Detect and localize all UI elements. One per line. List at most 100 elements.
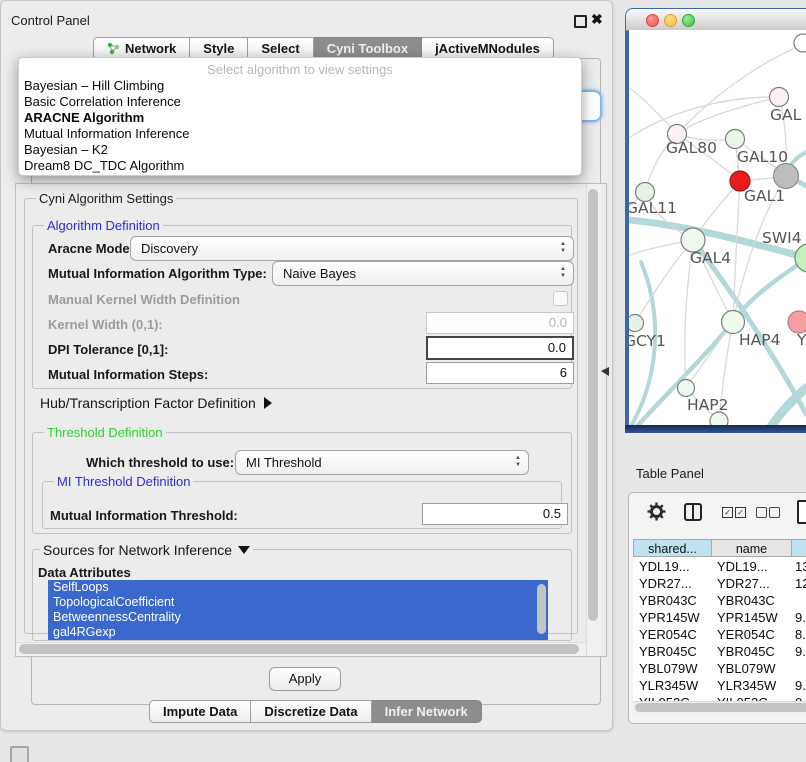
svg-text:HAP4: HAP4 bbox=[739, 331, 780, 349]
menu-item[interactable]: ARACNE Algorithm bbox=[19, 110, 581, 126]
gear-icon[interactable] bbox=[647, 502, 666, 521]
tab-discretize-data[interactable]: Discretize Data bbox=[251, 700, 371, 723]
list-item[interactable]: BetweennessCentrality bbox=[48, 610, 548, 625]
unchecked-boxes-icon[interactable] bbox=[756, 507, 767, 518]
popup-prompt: Select algorithm to view settings bbox=[19, 61, 581, 78]
svg-text:GAL4: GAL4 bbox=[690, 249, 731, 267]
column-header-shared-name[interactable]: shared... bbox=[633, 539, 711, 557]
svg-text:GAL: GAL bbox=[770, 106, 802, 124]
table-cell[interactable]: YPR145W bbox=[639, 610, 700, 625]
table-cell[interactable]: 12 bbox=[795, 576, 806, 591]
list-item[interactable]: TopologicalCoefficient bbox=[48, 595, 548, 610]
column-header-name[interactable]: name bbox=[711, 539, 791, 557]
list-scrollbar-thumb[interactable] bbox=[537, 584, 546, 634]
table-cell[interactable]: YBR043C bbox=[639, 593, 697, 608]
tab-impute-data[interactable]: Impute Data bbox=[149, 700, 251, 723]
bottom-tab-bar: Impute Data Discretize Data Infer Networ… bbox=[149, 700, 482, 723]
aracne-mode-combobox[interactable]: Discovery ▲▼ bbox=[130, 236, 574, 261]
svg-text:SWI4: SWI4 bbox=[762, 229, 802, 247]
combo-arrows-icon: ▲▼ bbox=[560, 266, 566, 279]
network-node[interactable] bbox=[770, 88, 789, 107]
menu-item[interactable]: Dream8 DC_TDC Algorithm bbox=[19, 158, 581, 174]
vertical-scrollbar-thumb[interactable] bbox=[588, 189, 598, 621]
network-view-window: GAL GAL80 GAL10 GAL1 GAL11 GAL4 SWI4 HAP… bbox=[625, 8, 806, 433]
menu-item[interactable]: Basic Correlation Inference bbox=[19, 94, 581, 110]
network-node-gcy1[interactable] bbox=[629, 315, 644, 332]
mi-steps-field[interactable]: 6 bbox=[426, 362, 574, 384]
network-node[interactable] bbox=[788, 311, 806, 333]
list-item[interactable]: gal4RGexp bbox=[48, 625, 548, 640]
table-cell[interactable]: YER054C bbox=[717, 627, 775, 642]
horizontal-scrollbar-thumb[interactable] bbox=[19, 644, 579, 654]
group-title-blue: Algorithm Definition bbox=[44, 218, 163, 233]
menu-item[interactable]: Bayesian – Hill Climbing bbox=[19, 78, 581, 94]
menu-item[interactable]: Bayesian – K2 bbox=[19, 142, 581, 158]
table-panel: ✓ ✓ shared... name YDL19... YDL19... 13 YD… bbox=[628, 492, 806, 724]
table-cell[interactable]: 9. bbox=[795, 610, 806, 625]
network-node-hap2[interactable] bbox=[678, 380, 695, 397]
menu-item[interactable]: Mutual Information Inference bbox=[19, 126, 581, 142]
which-threshold-label: Which threshold to use: bbox=[86, 455, 234, 470]
hub-tf-section-toggle[interactable]: Hub/Transcription Factor Definition bbox=[40, 395, 272, 411]
group-title-green: Threshold Definition bbox=[44, 425, 166, 440]
collapse-down-icon bbox=[238, 546, 250, 554]
network-window-titlebar[interactable] bbox=[626, 9, 806, 31]
table-cell[interactable]: YBR045C bbox=[717, 644, 775, 659]
svg-text:HAP2: HAP2 bbox=[687, 396, 728, 414]
columns-icon[interactable] bbox=[684, 503, 702, 521]
table-cell[interactable]: YDR27... bbox=[639, 576, 692, 591]
mi-algorithm-type-combobox[interactable]: Naive Bayes ▲▼ bbox=[272, 261, 574, 286]
table-cell[interactable]: YBL079W bbox=[717, 661, 776, 676]
kernel-width-field[interactable]: 0.0 bbox=[426, 312, 574, 334]
close-icon[interactable]: ✖ bbox=[591, 11, 603, 28]
tab-infer-network[interactable]: Infer Network bbox=[372, 700, 482, 723]
apply-button[interactable]: Apply bbox=[269, 667, 341, 691]
checked-boxes-icon[interactable]: ✓ bbox=[722, 507, 733, 518]
network-node[interactable] bbox=[774, 164, 799, 189]
minimized-panel-button[interactable] bbox=[10, 746, 29, 762]
network-icon bbox=[107, 42, 120, 55]
table-cell[interactable]: YDL19... bbox=[639, 559, 690, 574]
network-node[interactable] bbox=[794, 34, 806, 52]
mouse-cursor bbox=[601, 367, 609, 376]
settings-scrollpane: Cyni Algorithm Settings Algorithm Defini… bbox=[15, 183, 607, 657]
mi-threshold-field[interactable]: 0.5 bbox=[422, 503, 568, 525]
zoom-traffic-light-icon[interactable] bbox=[682, 14, 695, 27]
table-cell[interactable]: 13 bbox=[795, 559, 806, 574]
sources-section-toggle[interactable]: Sources for Network Inference bbox=[40, 542, 253, 558]
network-node-gal10[interactable] bbox=[726, 130, 745, 149]
dpi-tolerance-label: DPI Tolerance [0,1]: bbox=[48, 342, 168, 357]
close-traffic-light-icon[interactable] bbox=[646, 14, 659, 27]
table-cell[interactable]: YBR043C bbox=[717, 593, 775, 608]
which-threshold-combobox[interactable]: MI Threshold ▲▼ bbox=[235, 450, 529, 475]
table-cell[interactable]: YER054C bbox=[639, 627, 697, 642]
data-attributes-list: SelfLoops TopologicalCoefficient Between… bbox=[48, 580, 548, 640]
dpi-tolerance-field[interactable]: 0.0 bbox=[426, 336, 574, 360]
table-hscrollbar-thumb[interactable] bbox=[635, 703, 806, 712]
table-cell[interactable]: YLR345W bbox=[717, 678, 776, 693]
table-cell[interactable]: YDL19... bbox=[717, 559, 768, 574]
checked-boxes-icon[interactable]: ✓ bbox=[735, 507, 746, 518]
unchecked-boxes-icon[interactable] bbox=[769, 507, 780, 518]
minimize-traffic-light-icon[interactable] bbox=[664, 14, 677, 27]
table-cell[interactable]: YPR145W bbox=[717, 610, 778, 625]
data-attributes-label: Data Attributes bbox=[38, 565, 131, 580]
table-cell[interactable]: YLR345W bbox=[639, 678, 698, 693]
list-item[interactable]: SelfLoops bbox=[48, 580, 548, 595]
network-canvas[interactable]: GAL GAL80 GAL10 GAL1 GAL11 GAL4 SWI4 HAP… bbox=[629, 30, 806, 425]
aracne-mode-label: Aracne Mode: bbox=[48, 241, 134, 256]
screen: Control Panel ✖ Network Style Select Cyn… bbox=[0, 0, 806, 762]
table-cell[interactable]: 9. bbox=[795, 644, 806, 659]
table-cell[interactable]: 9. bbox=[795, 678, 806, 693]
column-header[interactable] bbox=[791, 539, 806, 557]
float-window-icon[interactable] bbox=[574, 15, 587, 28]
table-cell[interactable]: 8. bbox=[795, 627, 806, 642]
table-cell[interactable]: YBR045C bbox=[639, 644, 697, 659]
new-table-icon[interactable] bbox=[797, 500, 806, 524]
manual-kernel-checkbox[interactable] bbox=[553, 291, 568, 306]
svg-text:Y: Y bbox=[796, 331, 806, 349]
svg-text:GAL10: GAL10 bbox=[737, 148, 788, 166]
svg-text:GAL80: GAL80 bbox=[666, 139, 717, 157]
table-cell[interactable]: YDR27... bbox=[717, 576, 770, 591]
table-cell[interactable]: YBL079W bbox=[639, 661, 698, 676]
